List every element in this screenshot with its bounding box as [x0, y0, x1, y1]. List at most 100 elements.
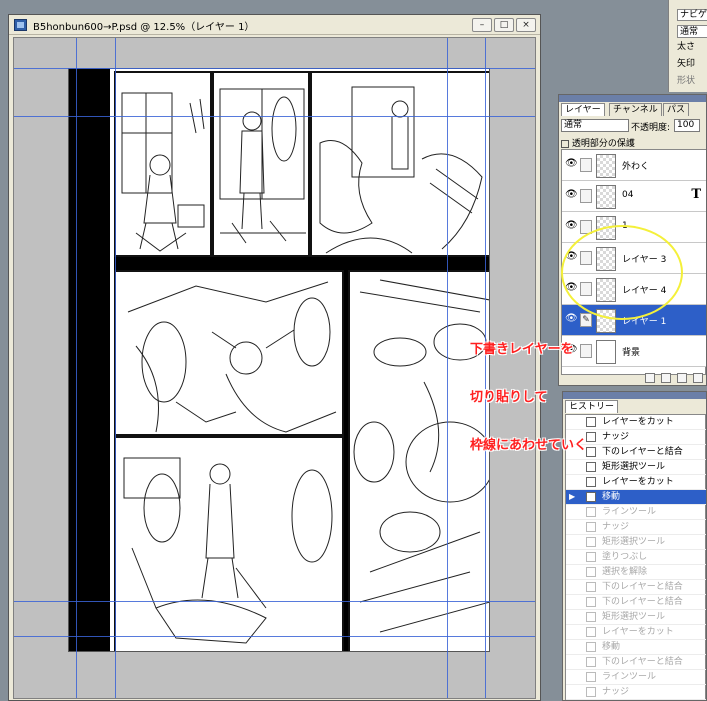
history-item-label: 選択を解除 [602, 567, 648, 577]
canvas-area[interactable] [13, 37, 536, 699]
guide-horizontal[interactable] [14, 601, 535, 602]
palette-titlebar[interactable] [559, 95, 706, 102]
new-layer-icon[interactable] [661, 373, 671, 383]
panel-right-tall [348, 270, 489, 651]
minimize-button[interactable]: – [472, 18, 492, 32]
mode-select[interactable]: 通常 [677, 25, 707, 38]
panel-sketch [123, 457, 333, 644]
tool-options-panel: ナビゲ 通常 太さ 矢印 形状 [668, 0, 707, 92]
history-item-label: ラインツール [602, 672, 657, 682]
tab-channels[interactable]: チャンネル [609, 103, 662, 116]
document-window: B5honbun600→P.psd @ 12.5%（レイヤー 1） – □ × [8, 14, 541, 701]
annotation-line: 下書きレイヤーを [470, 342, 574, 357]
history-item[interactable]: ▶ 移動 [566, 490, 706, 505]
new-fill-layer-icon[interactable] [645, 373, 655, 383]
history-item[interactable]: 塗りつぶし [566, 550, 706, 565]
history-item[interactable]: 矩形選択ツール [566, 610, 706, 625]
panel-bottom-left [114, 436, 344, 651]
layer-row[interactable]: 👁 04 T [562, 181, 706, 212]
history-item[interactable]: ラインツール [566, 505, 706, 520]
opacity-label: 不透明度: [631, 123, 671, 133]
shape-button[interactable]: 形状 [677, 75, 707, 88]
history-action-icon [586, 627, 596, 637]
history-item-label: 矩形選択ツール [602, 612, 666, 622]
history-action-icon [586, 657, 596, 667]
eye-icon[interactable]: 👁 [565, 190, 578, 200]
layer-name: 04 [622, 190, 634, 200]
link-slot[interactable] [580, 158, 592, 172]
panel-gutter [114, 257, 489, 270]
history-action-icon [586, 642, 596, 652]
close-button[interactable]: × [516, 18, 536, 32]
history-item[interactable]: 移動 [566, 640, 706, 655]
panel-mid-left [114, 270, 344, 436]
lock-transparency-checkbox[interactable] [561, 139, 569, 148]
annotation-line: 枠線にあわせていく [470, 438, 588, 453]
desktop: B5honbun600→P.psd @ 12.5%（レイヤー 1） – □ × [0, 0, 707, 701]
history-item-label: 塗りつぶし [602, 552, 648, 562]
history-item[interactable]: 矩形選択ツール [566, 535, 706, 550]
history-state-marker-icon[interactable]: ▶ [569, 490, 575, 504]
annotation-text: 下書きレイヤーを 切り貼りして 枠線にあわせていく [470, 310, 630, 486]
document-title: B5honbun600→P.psd @ 12.5%（レイヤー 1） [33, 22, 255, 33]
link-slot[interactable] [580, 189, 592, 203]
manga-page[interactable] [68, 68, 490, 652]
history-item-label: ラインツール [602, 507, 657, 517]
panel-top-1 [114, 71, 212, 257]
history-item[interactable]: 下のレイヤーと結合 [566, 595, 706, 610]
guide-vertical[interactable] [115, 38, 116, 698]
history-action-icon [586, 687, 596, 697]
history-action-icon [586, 597, 596, 607]
history-item[interactable]: ラインツール [566, 670, 706, 685]
tab-paths[interactable]: パス [663, 103, 690, 116]
text-layer-icon: T [691, 187, 701, 202]
layers-tabs: レイヤー チャンネル パス [559, 103, 706, 116]
history-action-icon [586, 582, 596, 592]
thickness-label: 太さ [677, 42, 696, 52]
guide-horizontal[interactable] [14, 636, 535, 637]
layer-row[interactable]: 👁 外わく [562, 150, 706, 181]
history-action-icon [586, 522, 596, 532]
trash-icon[interactable] [677, 373, 687, 383]
guide-vertical[interactable] [76, 38, 77, 698]
arrow-label: 矢印 [677, 59, 696, 69]
history-action-icon [586, 672, 596, 682]
document-titlebar[interactable]: B5honbun600→P.psd @ 12.5%（レイヤー 1） – □ × [9, 15, 540, 35]
layer-thumbnail [596, 154, 616, 178]
palette-menu-icon[interactable] [693, 373, 703, 383]
eye-icon[interactable]: 👁 [565, 159, 578, 169]
navigator-tab[interactable]: ナビゲ [677, 9, 707, 21]
history-item-label: ナッジ [602, 687, 630, 697]
history-item[interactable]: ナッジ [566, 685, 706, 700]
history-item[interactable]: レイヤーをカット [566, 625, 706, 640]
layer-thumbnail [596, 185, 616, 209]
opacity-input[interactable]: 100 [674, 119, 700, 132]
history-item[interactable]: 選択を解除 [566, 565, 706, 580]
history-item-label: レイヤーをカット [602, 627, 674, 637]
panel-sketch [219, 88, 306, 244]
panel-sketch [127, 281, 337, 433]
history-item[interactable]: 下のレイヤーと結合 [566, 655, 706, 670]
history-item[interactable]: ナッジ [566, 520, 706, 535]
history-item-label: 下のレイヤーと結合 [602, 597, 683, 607]
guide-horizontal[interactable] [14, 116, 535, 117]
layer-controls: 通常 不透明度: 100 [561, 119, 706, 133]
highlight-circle [561, 225, 683, 320]
panel-sketch [353, 279, 489, 633]
panel-top-3 [310, 71, 489, 257]
layer-name: 外わく [622, 162, 650, 172]
photoshop-document-icon [14, 19, 27, 31]
guide-vertical[interactable] [447, 38, 448, 698]
eye-icon[interactable]: 👁 [565, 221, 578, 231]
history-item[interactable]: 下のレイヤーと結合 [566, 580, 706, 595]
history-action-icon [586, 567, 596, 577]
history-action-icon [586, 612, 596, 622]
blend-mode-select[interactable]: 通常 [561, 119, 629, 132]
history-action-icon [586, 507, 596, 517]
lock-transparency-row[interactable]: 透明部分の保護 [561, 136, 635, 149]
guide-horizontal[interactable] [14, 68, 535, 69]
tab-layers[interactable]: レイヤー [561, 103, 605, 116]
history-item-label: 下のレイヤーと結合 [602, 657, 683, 667]
maximize-button[interactable]: □ [494, 18, 514, 32]
history-item-label: ナッジ [602, 522, 630, 532]
